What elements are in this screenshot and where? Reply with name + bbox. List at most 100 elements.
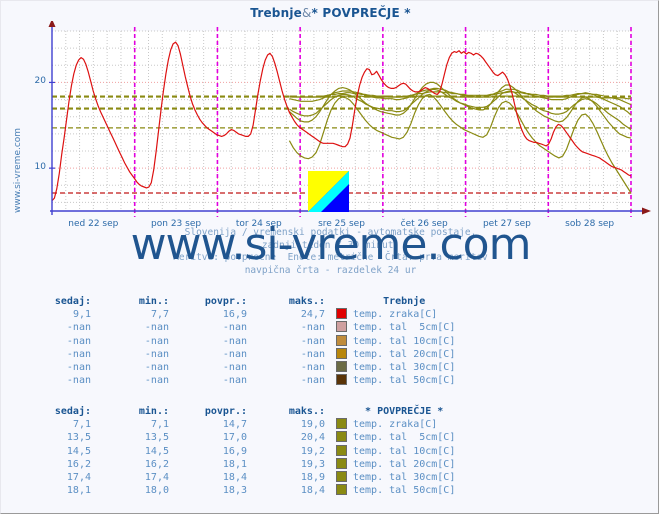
series-label: temp. tal 50cm[C]	[353, 375, 456, 387]
table-row: 7,1 7,1 14,7 19,0 temp. zraka[C]	[21, 418, 455, 431]
cell-min: -nan	[144, 375, 169, 387]
series-color-swatch	[333, 308, 349, 321]
swatch-header	[333, 295, 349, 308]
caption-line-3: Meritve: povprečne Enote: metrične Črta:…	[173, 252, 488, 263]
cell-maks: -nan	[300, 335, 325, 347]
cell-povpr: 16,9	[222, 445, 247, 457]
cell-sedaj: -nan	[66, 322, 91, 334]
table-row: -nan -nan -nan -nan temp. tal 30cm[C]	[21, 361, 455, 374]
color-swatch-icon	[335, 444, 347, 456]
table-header-row: sedaj: min.: povpr.: maks.: Trebnje	[21, 295, 455, 308]
column-header: povpr.:	[204, 406, 247, 418]
table-header-row: sedaj: min.: povpr.: maks.: * POVPREČJE *	[21, 405, 455, 418]
cell-sedaj: 13,5	[66, 432, 91, 444]
series-color-swatch	[333, 361, 349, 374]
chart-caption: Slovenija / vremenski podatki - avtomats…	[1, 227, 658, 277]
chart-page: Trebnje&* POVPREČJE * www.si-vreme.com n…	[0, 0, 659, 514]
series-label: temp. tal 30cm[C]	[353, 472, 456, 484]
color-swatch-icon	[335, 418, 347, 430]
cell-povpr: -nan	[222, 375, 247, 387]
series-label: temp. tal 20cm[C]	[353, 458, 456, 470]
column-header: sedaj:	[54, 296, 91, 308]
color-swatch-icon	[335, 347, 347, 359]
column-header: maks.:	[288, 406, 325, 418]
cell-povpr: 18,3	[222, 485, 247, 497]
table-row: 17,4 17,4 18,4 18,9 temp. tal 30cm[C]	[21, 471, 455, 484]
cell-povpr: 14,7	[222, 419, 247, 431]
column-header: povpr.:	[204, 296, 247, 308]
swatch-header	[333, 405, 349, 418]
series-label: temp. tal 10cm[C]	[353, 445, 456, 457]
series-label: temp. zraka[C]	[353, 309, 438, 321]
cell-maks: -nan	[300, 362, 325, 374]
color-swatch-icon	[335, 308, 347, 320]
cell-sedaj: 14,5	[66, 445, 91, 457]
cell-maks: -nan	[300, 348, 325, 360]
cell-povpr: -nan	[222, 362, 247, 374]
series-color-swatch	[333, 334, 349, 348]
caption-line-1: Slovenija / vremenski podatki - avtomats…	[184, 227, 477, 238]
title-separator: &	[301, 6, 312, 20]
cell-povpr: 17,0	[222, 432, 247, 444]
caption-line-2: zadnji teden / 30 minut.	[261, 239, 400, 251]
cell-povpr: -nan	[222, 348, 247, 360]
series-color-swatch	[333, 418, 349, 431]
cell-sedaj: -nan	[66, 335, 91, 347]
cell-povpr: -nan	[222, 335, 247, 347]
column-header: maks.:	[288, 296, 325, 308]
series-label: temp. tal 30cm[C]	[353, 362, 456, 374]
cell-min: 17,4	[144, 472, 169, 484]
title-average: * POVPREČJE *	[311, 6, 411, 20]
color-swatch-icon	[335, 374, 347, 386]
series-color-swatch	[333, 347, 349, 361]
series-color-swatch	[333, 431, 349, 444]
cell-povpr: 18,4	[222, 472, 247, 484]
table-row: 14,5 14,5 16,9 19,2 temp. tal 10cm[C]	[21, 444, 456, 458]
cell-min: 14,5	[144, 445, 169, 457]
cell-sedaj: 18,1	[66, 485, 91, 497]
table-row: 18,1 18,0 18,3 18,4 temp. tal 50cm[C]	[21, 484, 455, 497]
station-name-header: * POVPREČJE *	[365, 406, 444, 418]
cell-maks: -nan	[300, 322, 325, 334]
cell-sedaj: -nan	[66, 348, 91, 360]
cell-sedaj: -nan	[66, 362, 91, 374]
table-row: -nan -nan -nan -nan temp. tal 50cm[C]	[21, 374, 455, 387]
cell-maks: 18,9	[300, 472, 325, 484]
cell-maks: 24,7	[300, 309, 325, 321]
series-color-swatch	[333, 374, 349, 387]
table-row: -nan -nan -nan -nan temp. tal 5cm[C]	[21, 321, 455, 334]
color-swatch-icon	[335, 361, 347, 373]
cell-povpr: -nan	[222, 322, 247, 334]
cell-sedaj: 16,2	[66, 458, 91, 470]
cell-min: 7,7	[150, 309, 169, 321]
series-color-swatch	[333, 457, 349, 471]
table-row: 16,2 16,2 18,1 19,3 temp. tal 20cm[C]	[21, 457, 456, 471]
cell-sedaj: 9,1	[72, 309, 91, 321]
table-row: -nan -nan -nan -nan temp. tal 10cm[C]	[21, 334, 456, 348]
cell-maks: 19,0	[300, 419, 325, 431]
table-row: 13,5 13,5 17,0 20,4 temp. tal 5cm[C]	[21, 431, 455, 444]
column-header: sedaj:	[54, 406, 91, 418]
series-color-swatch	[333, 444, 349, 458]
cell-min: 16,2	[144, 458, 169, 470]
cell-maks: 18,4	[300, 485, 325, 497]
cell-povpr: 18,1	[222, 458, 247, 470]
series-label: temp. tal 10cm[C]	[353, 335, 456, 347]
cell-maks: 19,3	[300, 458, 325, 470]
color-swatch-icon	[335, 471, 347, 483]
table-row: 9,1 7,7 16,9 24,7 temp. zraka[C]	[21, 308, 455, 321]
page-title: Trebnje&* POVPREČJE *	[1, 6, 658, 20]
cell-sedaj: 7,1	[72, 419, 91, 431]
trebnje-table: sedaj: min.: povpr.: maks.: Trebnje 9,1 7,7 16,…	[21, 295, 455, 387]
cell-min: -nan	[144, 335, 169, 347]
series-label: temp. tal 5cm[C]	[353, 322, 456, 334]
cell-povpr: 16,9	[222, 309, 247, 321]
cell-min: 7,1	[150, 419, 169, 431]
column-header: min.:	[138, 406, 169, 418]
color-swatch-icon	[335, 457, 347, 469]
si-vreme-logo	[308, 171, 349, 212]
title-station: Trebnje	[250, 6, 302, 20]
series-label: temp. tal 50cm[C]	[353, 485, 456, 497]
color-swatch-icon	[335, 431, 347, 443]
cell-maks: -nan	[300, 375, 325, 387]
